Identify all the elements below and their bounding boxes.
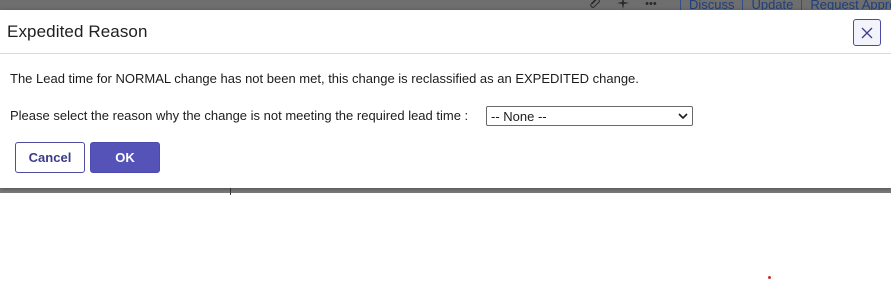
cancel-button[interactable]: Cancel xyxy=(15,142,85,173)
reason-select[interactable]: -- None -- xyxy=(486,106,693,126)
lead-time-message: The Lead time for NORMAL change has not … xyxy=(10,71,639,86)
reason-select-value: -- None -- xyxy=(491,108,547,124)
more-options-icon[interactable]: ••• xyxy=(644,0,658,10)
close-icon xyxy=(861,27,873,39)
dialog-header: Expedited Reason xyxy=(0,10,891,54)
expedited-reason-dialog: Expedited Reason The Lead time for NORMA… xyxy=(0,10,891,188)
close-button[interactable] xyxy=(853,19,881,46)
dialog-title: Expedited Reason xyxy=(7,22,148,41)
reason-prompt-label: Please select the reason why the change … xyxy=(10,108,469,123)
background-dot xyxy=(768,276,771,279)
chevron-down-icon xyxy=(678,113,688,120)
ok-button[interactable]: OK xyxy=(90,142,160,173)
